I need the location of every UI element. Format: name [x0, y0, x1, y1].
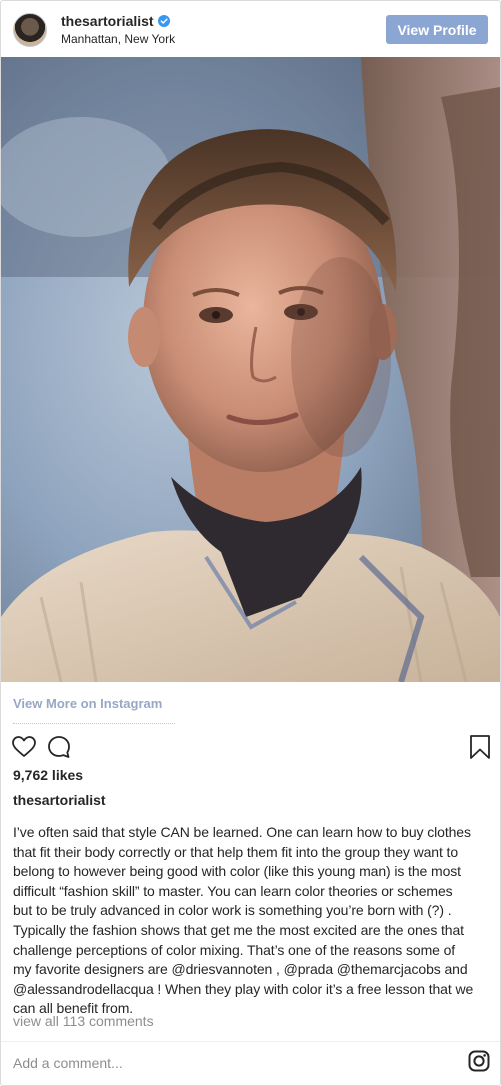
- instagram-logo-icon[interactable]: [468, 1050, 490, 1072]
- caption-line: I’ve often said that style CAN be learne…: [13, 824, 471, 840]
- profile-avatar[interactable]: [13, 13, 47, 47]
- instagram-embed-card: thesartorialist Manhattan, New York View…: [0, 0, 501, 1086]
- portrait-image: [1, 57, 500, 682]
- caption-line: @alessandrodellacqua ! When they play wi…: [13, 980, 474, 997]
- likes-count[interactable]: 9,762 likes: [13, 767, 83, 783]
- profile-username-row[interactable]: thesartorialist: [61, 13, 170, 29]
- divider: [1, 1041, 500, 1042]
- add-comment-input[interactable]: [13, 1055, 393, 1071]
- caption-line: that fit their body correctly or that he…: [13, 843, 459, 860]
- comment-icon[interactable]: [46, 734, 72, 760]
- view-profile-button[interactable]: View Profile: [386, 15, 488, 44]
- verified-badge-icon: [157, 15, 170, 27]
- caption-line: difficult “fashion skill” to master. You…: [13, 882, 453, 899]
- profile-username[interactable]: thesartorialist: [61, 13, 154, 29]
- bookmark-icon[interactable]: [467, 734, 493, 760]
- divider-dotted: [13, 723, 175, 724]
- post-caption: I’ve often said that style CAN be learne…: [13, 823, 491, 1019]
- view-more-on-instagram-link[interactable]: View More on Instagram: [13, 696, 162, 711]
- caption-line: but to be truly advanced in color work i…: [13, 902, 452, 919]
- caption-line: belong to however being good with color …: [13, 863, 461, 880]
- post-photo[interactable]: [1, 57, 500, 682]
- caption-line: Typically the fashion shows that get me …: [13, 921, 464, 938]
- caption-line: challenge perceptions of color mixing. T…: [13, 941, 456, 958]
- post-location[interactable]: Manhattan, New York: [61, 32, 175, 46]
- post-header: thesartorialist Manhattan, New York View…: [1, 1, 500, 59]
- caption-line: my favorite designers are @driesvannoten…: [13, 961, 468, 978]
- heart-icon[interactable]: [11, 734, 37, 760]
- view-all-comments-link[interactable]: view all 113 comments: [13, 1013, 154, 1029]
- caption-username[interactable]: thesartorialist: [13, 792, 106, 808]
